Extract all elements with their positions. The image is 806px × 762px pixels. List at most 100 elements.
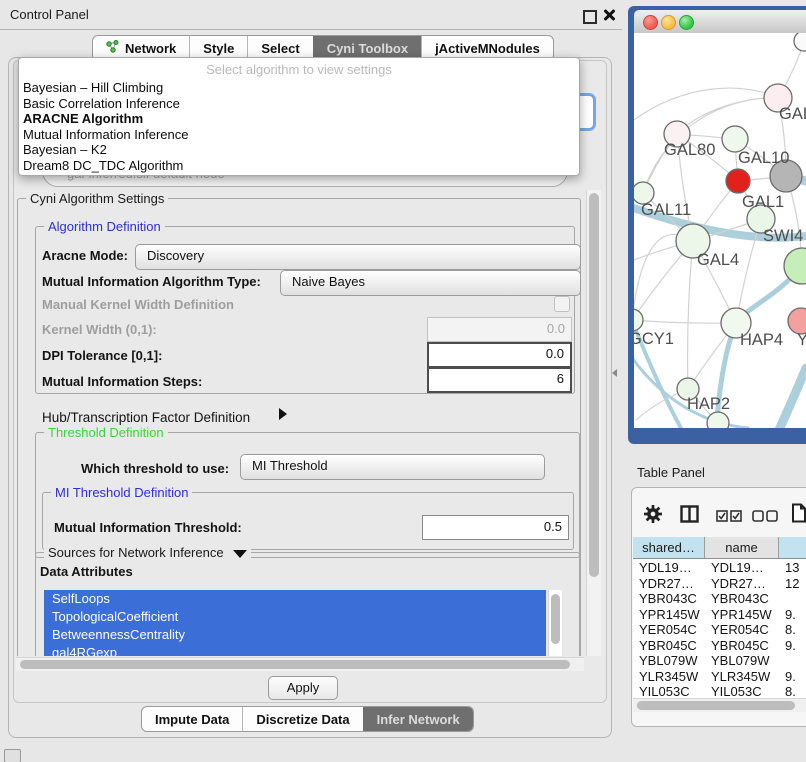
aracne-mode-label: Aracne Mode:: [42, 248, 128, 263]
sources-title-text: Sources for Network Inference: [48, 545, 224, 560]
tab-impute-data[interactable]: Impute Data: [142, 707, 242, 731]
settings-scroll-viewport: Cyni Algorithm Settings Algorithm Defini…: [15, 190, 585, 656]
aracne-mode-select[interactable]: Discovery: [135, 244, 581, 270]
cyni-bottom-tabbar: Impute Data Discretize Data Infer Networ…: [141, 706, 474, 732]
node-label: SWI4: [763, 227, 803, 245]
menu-item-basic-correlation[interactable]: Basic Correlation Inference: [19, 96, 579, 112]
menu-item-bayesian-k2[interactable]: Bayesian – K2: [19, 142, 579, 158]
table-horizontal-scrollbar[interactable]: [633, 698, 806, 712]
tab-infer-network[interactable]: Infer Network: [363, 707, 473, 731]
kernel-width-label: Kernel Width (0,1):: [42, 322, 157, 337]
manual-kernel-label: Manual Kernel Width Definition: [42, 297, 234, 312]
column-header-third[interactable]: A: [779, 537, 806, 558]
control-panel-titlebar: Control Panel: [0, 0, 622, 30]
dpi-tolerance-label: DPI Tolerance [0,1]:: [42, 348, 162, 363]
tab-label: Cyni Toolbox: [327, 41, 408, 56]
data-attributes-list: SelfLoops TopologicalCoefficient Between…: [44, 590, 546, 656]
table-panel-title: Table Panel: [637, 465, 705, 480]
column-header-shared-name[interactable]: shared…: [633, 537, 705, 558]
node-attribute-table: shared… name A YDL19…YDL19…13 YDR27…YDR2…: [633, 537, 806, 711]
list-item-gal4rgexp[interactable]: gal4RGexp: [44, 644, 546, 656]
attributes-scrollbar-thumb[interactable]: [551, 594, 560, 644]
aracne-mode-value: Discovery: [147, 248, 204, 263]
table-row[interactable]: YBR043CYBR043C: [633, 591, 806, 607]
collapse-arrow-icon[interactable]: [233, 550, 247, 558]
node-gal1-selected[interactable]: [726, 169, 750, 193]
mi-type-select[interactable]: Naive Bayes: [280, 270, 581, 296]
node-label: GAL11: [641, 201, 691, 219]
document-icon[interactable]: [791, 503, 806, 526]
kernel-width-input[interactable]: 0.0: [427, 317, 572, 342]
close-traffic-light[interactable]: [643, 15, 658, 30]
network-canvas[interactable]: GAL GAL80 GAL10 GAL1 GAL11 SWI4 GAL4 GCY…: [634, 33, 806, 428]
table-hscroll-thumb[interactable]: [637, 701, 795, 710]
split-columns-icon[interactable]: [680, 505, 699, 526]
deselect-all-checks-icon[interactable]: [752, 510, 778, 525]
select-all-checks-icon[interactable]: [716, 510, 742, 525]
algorithm-definition-title: Algorithm Definition: [44, 219, 165, 234]
table-row[interactable]: YPR145WYPR145W9.: [633, 607, 806, 623]
which-threshold-select[interactable]: MI Threshold: [240, 454, 545, 480]
settings-vertical-scrollbar[interactable]: [586, 190, 601, 656]
tab-label: jActiveMNodules: [435, 41, 540, 56]
node-label: GAL80: [664, 141, 715, 159]
attributes-scrollbar[interactable]: [548, 590, 562, 656]
threshold-definition-title: Threshold Definition: [44, 425, 168, 440]
expand-arrow-icon[interactable]: [279, 408, 287, 420]
float-window-icon[interactable]: [583, 10, 597, 24]
list-item-selfloops[interactable]: SelfLoops: [44, 590, 546, 608]
table-row[interactable]: YBL079WYBL079W: [633, 653, 806, 669]
node-label: GAL: [779, 105, 806, 123]
table-row[interactable]: YBR045CYBR045C9.: [633, 638, 806, 654]
dpi-tolerance-input[interactable]: 0.0: [427, 342, 572, 368]
mi-steps-input[interactable]: 6: [427, 367, 572, 393]
list-item-topologicalcoefficient[interactable]: TopologicalCoefficient: [44, 608, 546, 626]
menu-item-aracne[interactable]: ARACNE Algorithm: [19, 111, 579, 127]
close-icon[interactable]: [602, 8, 616, 22]
settings-vscroll-thumb[interactable]: [589, 193, 599, 577]
column-header-name[interactable]: name: [705, 537, 779, 558]
node-unlabeled-top[interactable]: [794, 33, 806, 51]
table-row[interactable]: YLR345WYLR345W9.: [633, 669, 806, 685]
menu-item-mutual-information[interactable]: Mutual Information Inference: [19, 127, 579, 143]
node-label: HAP4: [740, 331, 783, 349]
tab-discretize-data[interactable]: Discretize Data: [242, 707, 362, 731]
menu-item-bayesian-hill-climbing[interactable]: Bayesian – Hill Climbing: [19, 80, 579, 96]
table-row[interactable]: YER054CYER054C8.: [633, 622, 806, 638]
minimize-traffic-light[interactable]: [661, 15, 676, 30]
network-window-titlebar[interactable]: [634, 10, 806, 34]
table-row[interactable]: YDL19…YDL19…13: [633, 560, 806, 576]
node-gcy1[interactable]: [634, 309, 643, 331]
tab-label: Select: [261, 41, 299, 56]
node-label: Y: [797, 331, 806, 349]
manual-kernel-checkbox[interactable]: [554, 296, 570, 312]
node-label: GAL10: [738, 149, 789, 167]
apply-button[interactable]: Apply: [268, 676, 338, 700]
mi-threshold-input[interactable]: 0.5: [422, 515, 569, 540]
menu-item-dream8[interactable]: Dream8 DC_TDC Algorithm: [19, 158, 579, 174]
zoom-traffic-light[interactable]: [679, 15, 694, 30]
list-item-betweennesscentrality[interactable]: BetweennessCentrality: [44, 626, 546, 644]
node-label: GAL1: [742, 193, 784, 211]
collapsed-panel-icon[interactable]: [4, 749, 21, 762]
settings-horizontal-scrollbar[interactable]: [16, 657, 584, 671]
node-label: GAL4: [697, 251, 739, 269]
node-bottom-partial[interactable]: [707, 412, 729, 428]
application-window: Control Panel Network Style Select Cyni …: [0, 0, 806, 762]
control-panel-title: Control Panel: [10, 7, 89, 22]
table-row[interactable]: YDR27…YDR27…12: [633, 576, 806, 592]
mi-type-label: Mutual Information Algorithm Type:: [42, 274, 261, 289]
sources-title: Sources for Network Inference: [44, 545, 251, 560]
mi-threshold-title: MI Threshold Definition: [51, 485, 192, 500]
tab-label: Infer Network: [377, 712, 460, 727]
node-label-layer: GAL GAL80 GAL10 GAL1 GAL11 SWI4 GAL4 GCY…: [634, 105, 806, 413]
settings-hscroll-thumb[interactable]: [20, 660, 570, 669]
mi-type-value: Naive Bayes: [292, 274, 365, 289]
tab-label: Network: [125, 41, 176, 56]
table-settings-gear-icon[interactable]: [644, 505, 662, 526]
hub-definition-label[interactable]: Hub/Transcription Factor Definition: [42, 410, 250, 425]
mi-threshold-label: Mutual Information Threshold:: [54, 520, 242, 535]
splitter-collapse-icon[interactable]: [612, 369, 617, 377]
algorithm-placeholder: Select algorithm to view settings: [19, 58, 579, 80]
table-header-row: shared… name A: [633, 537, 806, 559]
